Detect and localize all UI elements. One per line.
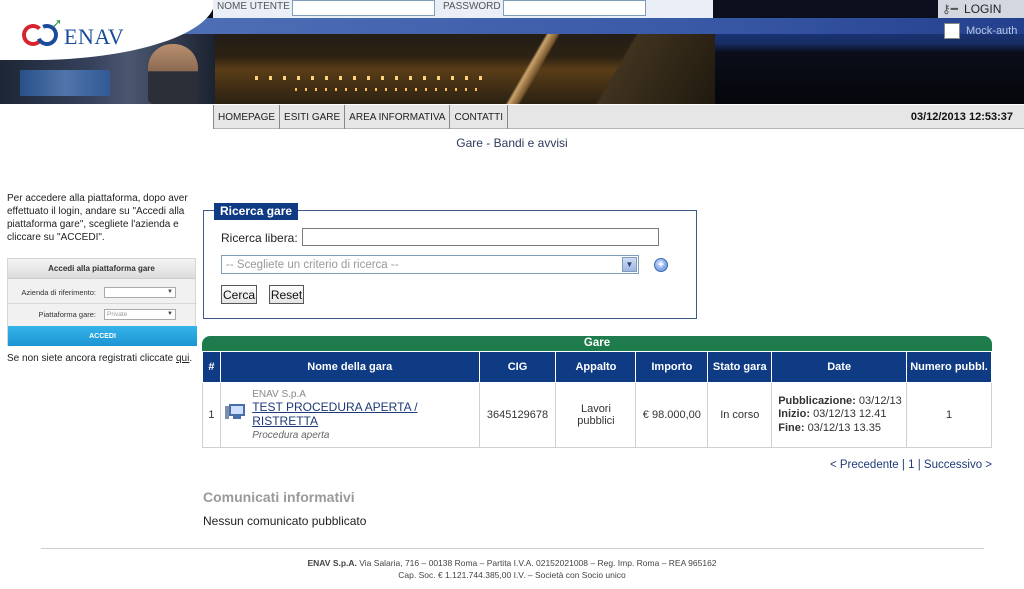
search-panel: Ricerca gare Ricerca libera: -- Scegliet… — [203, 203, 697, 319]
banner-blue-stripe — [160, 18, 1024, 34]
pager-sep: | — [917, 459, 921, 471]
cell-dates: Pubblicazione: 03/12/13 Inizio: 03/12/13… — [771, 382, 908, 448]
table-header-row: # Nome della gara CIG Appalto Importo St… — [202, 351, 992, 383]
banner-person — [148, 44, 198, 104]
username-label: NOME UTENTE — [217, 1, 290, 12]
pager-prev[interactable]: < Precedente — [830, 459, 899, 471]
cell-num: 1 — [202, 382, 221, 448]
register-text: Se non siete ancora registrati cliccate … — [7, 352, 197, 365]
comunicati-title: Comunicati informativi — [203, 489, 355, 505]
chevron-down-icon: ▼ — [622, 257, 637, 272]
criteria-select[interactable]: -- Scegliete un criterio di ricerca -- ▼ — [221, 255, 639, 274]
pubblicazione-value: 03/12/13 — [858, 394, 902, 407]
main-nav: HOMEPAGE ESITI GARE AREA INFORMATIVA CON… — [213, 104, 1024, 129]
login-button[interactable]: ⚷━ LOGIN — [938, 0, 1024, 18]
company-row: Azienda di riferimento: ▼ — [8, 282, 197, 302]
computer-icon — [224, 404, 246, 420]
inizio-label: Inizio: — [778, 408, 810, 421]
free-search-input[interactable] — [302, 228, 659, 246]
page-title: Gare - Bandi e avvisi — [456, 136, 568, 150]
banner-screen — [20, 70, 110, 96]
register-link[interactable]: qui — [176, 353, 189, 364]
pager-page[interactable]: 1 — [908, 459, 914, 471]
nav-datetime: 03/12/2013 12:53:37 — [910, 110, 1013, 123]
password-input[interactable] — [503, 0, 646, 16]
nav-esiti-gare[interactable]: ESITI GARE — [280, 105, 346, 129]
col-appalto[interactable]: Appalto — [555, 351, 637, 383]
mock-auth-label: Mock-auth — [966, 25, 1018, 37]
platform-label: Piattaforma gare: — [38, 309, 96, 319]
col-stato[interactable]: Stato gara — [707, 351, 773, 383]
fine-label: Fine: — [778, 421, 805, 434]
appalto-value: Lavori pubblici — [577, 403, 615, 427]
platform-row: Piattaforma gare: Private ▼ — [8, 304, 197, 324]
pagination: < Precedente | 1 | Successivo > — [800, 459, 992, 471]
reset-button[interactable]: Reset — [269, 285, 304, 304]
nav-area-informativa[interactable]: AREA INFORMATIVA — [345, 105, 451, 129]
table-row: 1 ENAV S.p.A TEST PROCEDURA APERTA / RIS… — [202, 382, 992, 448]
col-numero-pubbl[interactable]: Numero pubbl. — [906, 351, 992, 383]
col-importo[interactable]: Importo — [635, 351, 709, 383]
footer-line2: Cap. Soc. € 1.121.744.385,00 I.V. – Soci… — [398, 570, 626, 580]
cell-name: ENAV S.p.A TEST PROCEDURA APERTA / RISTR… — [219, 382, 480, 448]
pubblicazione-label: Pubblicazione: — [778, 394, 856, 407]
company-name: ENAV S.p.A — [252, 389, 306, 400]
col-cig[interactable]: CIG — [478, 351, 557, 383]
logo-text: ENAV — [64, 24, 125, 49]
platform-access-title: Accedi alla piattaforma gare — [8, 259, 195, 279]
col-num: # — [202, 351, 221, 383]
banner-runway-lights-2 — [295, 88, 485, 91]
register-prefix: Se non siete ancora registrati cliccate — [7, 353, 174, 364]
accedi-button[interactable]: ACCEDI — [8, 326, 197, 346]
table-caption: Gare — [202, 336, 992, 351]
col-date[interactable]: Date — [771, 351, 908, 383]
chevron-down-icon: ▼ — [167, 311, 173, 317]
gare-table-section: Gare # Nome della gara CIG Appalto Impor… — [202, 336, 992, 448]
enav-logo-icon: ➚ — [22, 16, 62, 50]
login-strip: NOME UTENTE PASSWORD — [213, 0, 713, 18]
platform-select-value: Private — [107, 310, 128, 318]
cell-appalto: Lavori pubblici — [555, 382, 637, 448]
pager-next[interactable]: Successivo > — [924, 459, 992, 471]
col-name[interactable]: Nome della gara — [219, 351, 480, 383]
criteria-placeholder: -- Scegliete un criterio di ricerca -- — [226, 258, 399, 271]
cell-importo: € 98.000,00 — [635, 382, 709, 448]
search-panel-title: Ricerca gare — [214, 203, 299, 220]
gare-table: # Nome della gara CIG Appalto Importo St… — [202, 351, 992, 448]
inizio-value: 03/12/13 12.41 — [813, 408, 887, 421]
footer: ENAV S.p.A. Via Salaria, 716 – 00138 Rom… — [0, 557, 1024, 581]
footer-line1: Via Salaria, 716 – 00138 Roma – Partita … — [359, 558, 717, 568]
pager-sep: | — [901, 459, 905, 471]
platform-select[interactable]: Private ▼ — [104, 308, 176, 320]
search-button[interactable]: Cerca — [221, 285, 257, 304]
nav-homepage[interactable]: HOMEPAGE — [213, 105, 281, 129]
company-select[interactable]: ▼ — [104, 286, 176, 298]
footer-company: ENAV S.p.A. — [307, 558, 357, 568]
gara-link[interactable]: TEST PROCEDURA APERTA / RISTRETTA — [252, 400, 478, 428]
login-label: LOGIN — [964, 2, 1002, 16]
cell-numero-pubbl: 1 — [906, 382, 992, 448]
procedure-type: Procedura aperta — [252, 430, 330, 441]
register-end: . — [189, 353, 193, 364]
cell-stato: In corso — [707, 382, 773, 448]
enav-logo[interactable]: ➚ ENAV — [22, 16, 125, 50]
fine-value: 03/12/13 13.35 — [807, 421, 881, 434]
cell-cig: 3645129678 — [478, 382, 557, 448]
company-label: Azienda di riferimento: — [21, 287, 96, 297]
key-icon: ⚷━ — [942, 2, 959, 16]
add-criteria-icon[interactable]: + — [654, 258, 668, 272]
footer-divider — [41, 548, 984, 549]
platform-access-box: Accedi alla piattaforma gare Azienda di … — [7, 258, 197, 346]
mock-auth-checkbox[interactable] — [944, 23, 960, 39]
banner-runway-lights — [255, 76, 485, 80]
username-input[interactable] — [292, 0, 435, 16]
mock-auth-toggle[interactable]: Mock-auth — [944, 23, 1017, 39]
free-search-label: Ricerca libera: — [221, 231, 298, 245]
comunicati-empty: Nessun comunicato pubblicato — [203, 514, 367, 528]
chevron-down-icon: ▼ — [167, 289, 173, 295]
password-label: PASSWORD — [443, 1, 501, 12]
nav-contatti[interactable]: CONTATTI — [450, 105, 508, 129]
sidebar-info-text: Per accedere alla piattaforma, dopo aver… — [7, 193, 188, 243]
